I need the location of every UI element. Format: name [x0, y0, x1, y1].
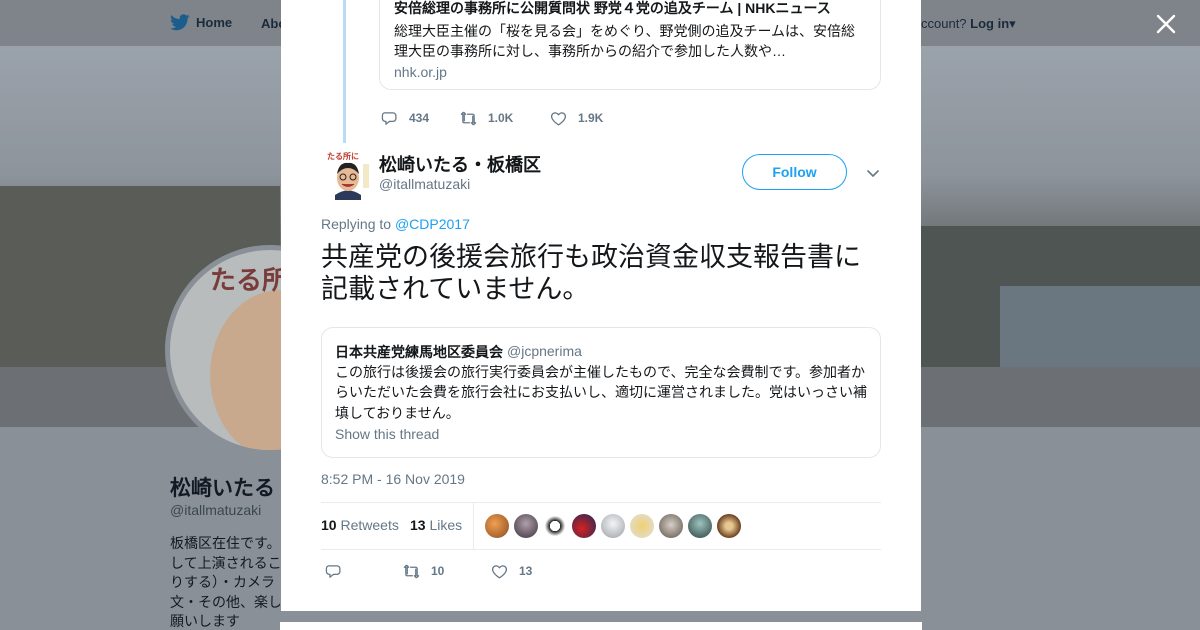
svg-text:たる所に: たる所に [327, 151, 359, 161]
retweet-button[interactable]: 1.0K [460, 110, 550, 127]
link-card-description: 総理大臣主催の「桜を見る会」をめぐり、野党側の追及チームは、安倍総理大臣の事務所… [394, 23, 856, 59]
retweets-stat-count: 10 [321, 517, 337, 533]
liker-avatar[interactable] [572, 514, 596, 538]
nav-account-area: ccount? Log in▾ [921, 16, 1016, 32]
replying-to-label: Replying to [321, 216, 392, 232]
liker-avatar[interactable] [717, 514, 741, 538]
heart-icon [491, 564, 508, 579]
nav-home-link[interactable]: Home [170, 14, 232, 31]
liker-avatar[interactable] [601, 514, 625, 538]
tweet-stats: 10 Retweets 13 Likes [321, 502, 881, 550]
tweet-timestamp[interactable]: 8:52 PM - 16 Nov 2019 [321, 471, 465, 487]
main-retweet-count: 10 [431, 564, 445, 578]
liker-avatars [485, 514, 741, 538]
liker-avatar[interactable] [543, 514, 567, 538]
login-link[interactable]: Log in▾ [970, 16, 1016, 31]
quoted-author-name: 日本共産党練馬地区委員会 [335, 344, 503, 360]
liker-avatar[interactable] [514, 514, 538, 538]
profile-bio: 板橋区在住です。 して上演されるこ りする）・カメラ 文・その他、楽し 願いしま… [170, 535, 280, 629]
liker-avatar[interactable] [630, 514, 654, 538]
caret-down-icon: ▾ [1009, 16, 1016, 31]
tweet-actions: 10 13 [325, 561, 532, 581]
reply-button[interactable]: 434 [381, 110, 460, 127]
likes-stat[interactable]: 13 Likes [410, 517, 462, 533]
retweets-stat-label: Retweets [340, 517, 399, 533]
likes-stat-count: 13 [410, 517, 426, 533]
retweets-stat[interactable]: 10 Retweets [321, 517, 399, 533]
banner-building-far-right [1000, 286, 1200, 367]
twitter-bird-icon [170, 14, 190, 31]
liker-avatar[interactable] [485, 514, 509, 538]
link-card-domain: nhk.or.jp [394, 64, 447, 80]
main-reply-button[interactable] [325, 563, 403, 580]
account-prompt: ccount? [921, 16, 967, 31]
reply-icon [381, 111, 397, 125]
author-handle[interactable]: @itallmatuzaki [379, 176, 470, 192]
like-count: 1.9K [578, 111, 604, 125]
retweet-count: 1.0K [488, 111, 514, 125]
avatar-sign-text: たる所 [210, 265, 289, 295]
reply-icon [325, 564, 341, 578]
next-tweet-card-edge [280, 622, 922, 630]
close-icon[interactable] [1154, 12, 1178, 36]
likes-stat-label: Likes [429, 517, 463, 533]
retweet-icon [460, 111, 477, 125]
link-card-title: 安倍総理の事務所に公開質問状 野党４党の追及チーム | NHKニュース [394, 0, 831, 16]
quoted-tweet-text: この旅行は後援会の旅行実行委員会が主催したもので、完全な会費制です。参加者からい… [335, 364, 867, 421]
link-preview-card[interactable]: 安倍総理の事務所に公開質問状 野党４党の追及チーム | NHKニュース 総理大臣… [379, 0, 881, 90]
tweet-modal: 安倍総理の事務所に公開質問状 野党４党の追及チーム | NHKニュース 総理大臣… [281, 0, 921, 611]
stats-divider [473, 503, 474, 549]
like-button[interactable]: 1.9K [550, 110, 603, 127]
quoted-tweet[interactable]: 日本共産党練馬地区委員会 @jcpnerima この旅行は後援会の旅行実行委員会… [321, 327, 881, 458]
tweet-text: 共産党の後援会旅行も政治資金収支報告書に記載されていません。 [321, 242, 861, 304]
replying-to-mention[interactable]: @CDP2017 [395, 216, 470, 232]
liker-avatar[interactable] [688, 514, 712, 538]
profile-handle: @itallmatuzaki [170, 502, 262, 518]
login-label: Log in [970, 16, 1010, 31]
author-avatar[interactable]: たる所に [326, 150, 370, 200]
heart-icon [550, 111, 567, 126]
quoted-author-handle: @jcpnerima [507, 343, 582, 359]
retweet-icon [403, 564, 420, 578]
liker-avatar[interactable] [659, 514, 683, 538]
reply-count: 434 [409, 111, 430, 125]
previous-tweet-actions: 434 1.0K 1.9K [381, 108, 603, 128]
nav-home-label: Home [196, 15, 233, 30]
chevron-down-icon[interactable] [865, 165, 881, 181]
follow-button[interactable]: Follow [742, 154, 847, 190]
author-name[interactable]: 松崎いたる・板橋区 [379, 151, 541, 177]
profile-name: 松崎いたる [170, 477, 275, 500]
main-like-count: 13 [519, 564, 533, 578]
thread-connector-line [343, 0, 346, 143]
main-like-button[interactable]: 13 [491, 563, 532, 580]
show-thread-link[interactable]: Show this thread [335, 426, 439, 442]
replying-to: Replying to @CDP2017 [321, 216, 470, 232]
main-retweet-button[interactable]: 10 [403, 563, 491, 580]
